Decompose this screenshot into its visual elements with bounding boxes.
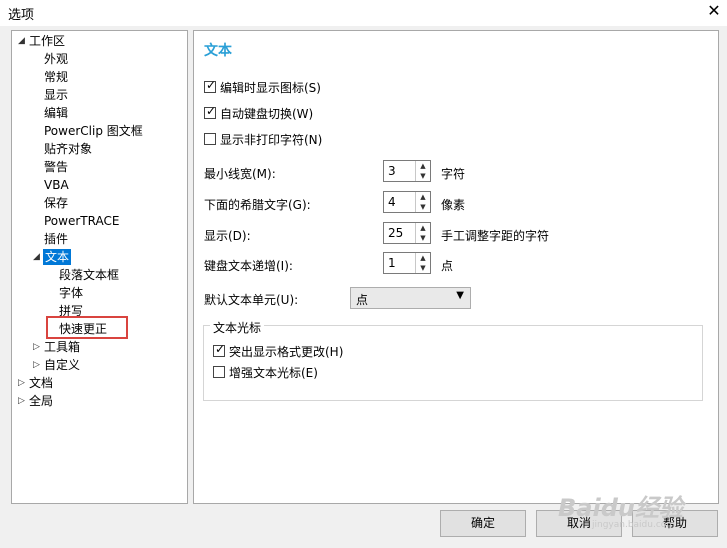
- tree-item-vba[interactable]: VBA: [44, 177, 69, 193]
- checkbox-box[interactable]: [213, 366, 225, 378]
- annotation-highlight-box: [46, 316, 128, 339]
- window-title: 选项: [8, 8, 35, 23]
- checkbox-nonprinting-chars[interactable]: 显示非打印字符(N): [204, 131, 322, 147]
- check-icon: ✓: [206, 104, 217, 118]
- expand-icon[interactable]: ▷: [33, 357, 40, 373]
- checkbox-box[interactable]: ✓: [213, 342, 226, 357]
- tree-item-plugins[interactable]: 插件: [44, 231, 68, 247]
- tree-item-appearance[interactable]: 外观: [44, 51, 68, 67]
- min-line-width-spinner[interactable]: 3 ▲ ▼: [383, 160, 431, 182]
- tree-item-global[interactable]: 全局: [29, 393, 53, 409]
- field-label-min-line-width: 最小线宽(M):: [204, 167, 276, 181]
- field-label-default-unit: 默认文本单元(U):: [204, 293, 299, 307]
- unit-label: 点: [441, 259, 454, 273]
- checkbox-auto-keyboard[interactable]: ✓ 自动键盘切换(W): [204, 104, 314, 121]
- ok-button[interactable]: 确定: [440, 510, 526, 537]
- unit-label: 字符: [441, 167, 466, 181]
- field-label-keyboard-increment: 键盘文本递增(I):: [204, 259, 293, 273]
- checkbox-show-icons[interactable]: ✓ 编辑时显示图标(S): [204, 78, 321, 95]
- tree-item-display[interactable]: 显示: [44, 87, 68, 103]
- display-spinner[interactable]: 25 ▲ ▼: [383, 222, 431, 244]
- title-bar: [0, 0, 727, 26]
- spin-up-icon[interactable]: ▲: [416, 253, 430, 263]
- spin-down-icon[interactable]: ▼: [416, 171, 430, 181]
- checkbox-enhanced-cursor[interactable]: 增强文本光标(E): [213, 364, 318, 380]
- tree-item-warnings[interactable]: 警告: [44, 159, 68, 175]
- settings-panel: 文本 ✓ 编辑时显示图标(S) ✓ 自动键盘切换(W) 显示非打印字符(N) 最…: [193, 30, 719, 504]
- default-unit-select[interactable]: 点 ▼: [350, 287, 471, 309]
- field-label-display: 显示(D):: [204, 229, 251, 243]
- group-title: 文本光标: [210, 319, 265, 336]
- tree-item-snap[interactable]: 贴齐对象: [44, 141, 92, 157]
- tree-item-edit[interactable]: 编辑: [44, 105, 68, 121]
- spin-up-icon[interactable]: ▲: [416, 192, 430, 202]
- tree-item-paragraph-frame[interactable]: 段落文本框: [59, 267, 119, 283]
- spinner-value[interactable]: 25: [388, 226, 403, 240]
- spinner-value[interactable]: 4: [388, 195, 396, 209]
- unit-label: 手工调整字距的字符: [441, 229, 550, 243]
- tree-item-save[interactable]: 保存: [44, 195, 68, 211]
- spinner-value[interactable]: 3: [388, 164, 396, 178]
- spin-up-icon[interactable]: ▲: [416, 223, 430, 233]
- tree-item-general[interactable]: 常规: [44, 69, 68, 85]
- checkbox-box[interactable]: [204, 133, 216, 145]
- tree-item-document[interactable]: 文档: [29, 375, 53, 391]
- spin-down-icon[interactable]: ▼: [416, 263, 430, 273]
- tree-item-workspace[interactable]: 工作区: [29, 33, 65, 49]
- tree-item-text[interactable]: 文本: [43, 249, 72, 265]
- tree-item-powertrace[interactable]: PowerTRACE: [44, 213, 119, 229]
- unit-label: 像素: [441, 198, 466, 212]
- checkbox-label: 显示非打印字符(N): [220, 132, 323, 147]
- checkbox-label: 增强文本光标(E): [229, 365, 318, 380]
- expand-icon[interactable]: ▷: [33, 339, 40, 355]
- tree-item-fonts[interactable]: 字体: [59, 285, 83, 301]
- tree-item-powerclip[interactable]: PowerClip 图文框: [44, 123, 143, 139]
- checkbox-highlight-format-changes[interactable]: ✓ 突出显示格式更改(H): [213, 342, 344, 359]
- watermark: Baidu经验: [558, 494, 683, 522]
- keyboard-increment-spinner[interactable]: 1 ▲ ▼: [383, 252, 431, 274]
- checkbox-label: 自动键盘切换(W): [220, 106, 314, 121]
- select-value: 点: [356, 293, 369, 307]
- greek-text-spinner[interactable]: 4 ▲ ▼: [383, 191, 431, 213]
- expand-icon[interactable]: ▷: [18, 393, 25, 409]
- collapse-icon[interactable]: ◢: [33, 249, 40, 265]
- chevron-down-icon[interactable]: ▼: [456, 290, 464, 301]
- spin-up-icon[interactable]: ▲: [416, 161, 430, 171]
- checkbox-box[interactable]: ✓: [204, 78, 217, 93]
- expand-icon[interactable]: ▷: [18, 375, 25, 391]
- spin-down-icon[interactable]: ▼: [416, 202, 430, 212]
- field-label-greek-text: 下面的希腊文字(G):: [204, 198, 311, 212]
- tree-item-customize[interactable]: 自定义: [44, 357, 80, 373]
- tree-item-toolbox[interactable]: 工具箱: [44, 339, 80, 355]
- category-tree: ◢ 工作区 外观 常规 显示 编辑 PowerClip 图文框 贴齐对象 警告 …: [11, 30, 188, 504]
- collapse-icon[interactable]: ◢: [18, 33, 25, 49]
- checkbox-label: 编辑时显示图标(S): [220, 80, 321, 95]
- spin-down-icon[interactable]: ▼: [416, 233, 430, 243]
- watermark-url: jingyan.baidu.com: [592, 520, 676, 530]
- check-icon: ✓: [206, 78, 217, 92]
- spinner-value[interactable]: 1: [388, 256, 396, 270]
- checkbox-box[interactable]: ✓: [204, 104, 217, 119]
- check-icon: ✓: [215, 342, 226, 356]
- checkbox-label: 突出显示格式更改(H): [229, 344, 344, 359]
- panel-title: 文本: [204, 43, 232, 59]
- close-icon[interactable]: ✕: [701, 0, 727, 22]
